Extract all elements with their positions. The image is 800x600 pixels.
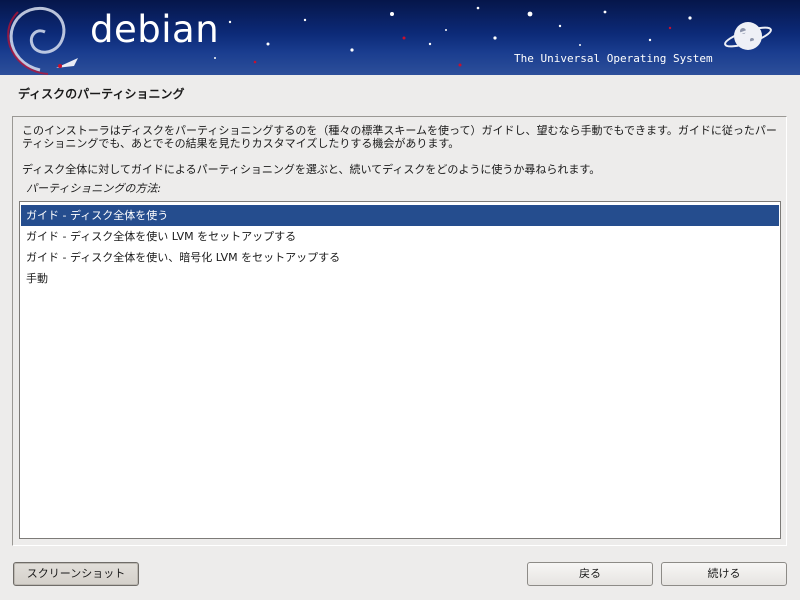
tagline: The Universal Operating System [514, 52, 713, 65]
option-manual[interactable]: 手動 [21, 268, 779, 289]
debian-swirl-icon [7, 7, 66, 75]
rocket-icon [56, 58, 78, 68]
debian-logo-text: debian [90, 8, 220, 51]
screenshot-button[interactable]: スクリーンショット [13, 562, 139, 586]
guided-info-text: ディスク全体に対してガイドによるパーティショニングを選ぶと、続いてディスクをどの… [22, 163, 601, 176]
option-guided-encrypted-lvm[interactable]: ガイド - ディスク全体を使い、暗号化 LVM をセットアップする [21, 247, 779, 268]
partitioning-method-label: パーティショニングの方法: [26, 182, 162, 195]
page-title: ディスクのパーティショニング [18, 87, 185, 101]
description-text: このインストーラはディスクをパーティショニングするのを（種々の標準スキームを使っ… [22, 124, 777, 150]
planet-icon [724, 22, 772, 50]
partitioning-method-list[interactable]: ガイド - ディスク全体を使う ガイド - ディスク全体を使い LVM をセット… [19, 201, 781, 539]
continue-button[interactable]: 続ける [661, 562, 787, 586]
option-guided-entire-disk[interactable]: ガイド - ディスク全体を使う [21, 205, 779, 226]
option-guided-lvm[interactable]: ガイド - ディスク全体を使い LVM をセットアップする [21, 226, 779, 247]
back-button[interactable]: 戻る [527, 562, 653, 586]
debian-banner: debian The Universal Operating System [0, 0, 800, 75]
